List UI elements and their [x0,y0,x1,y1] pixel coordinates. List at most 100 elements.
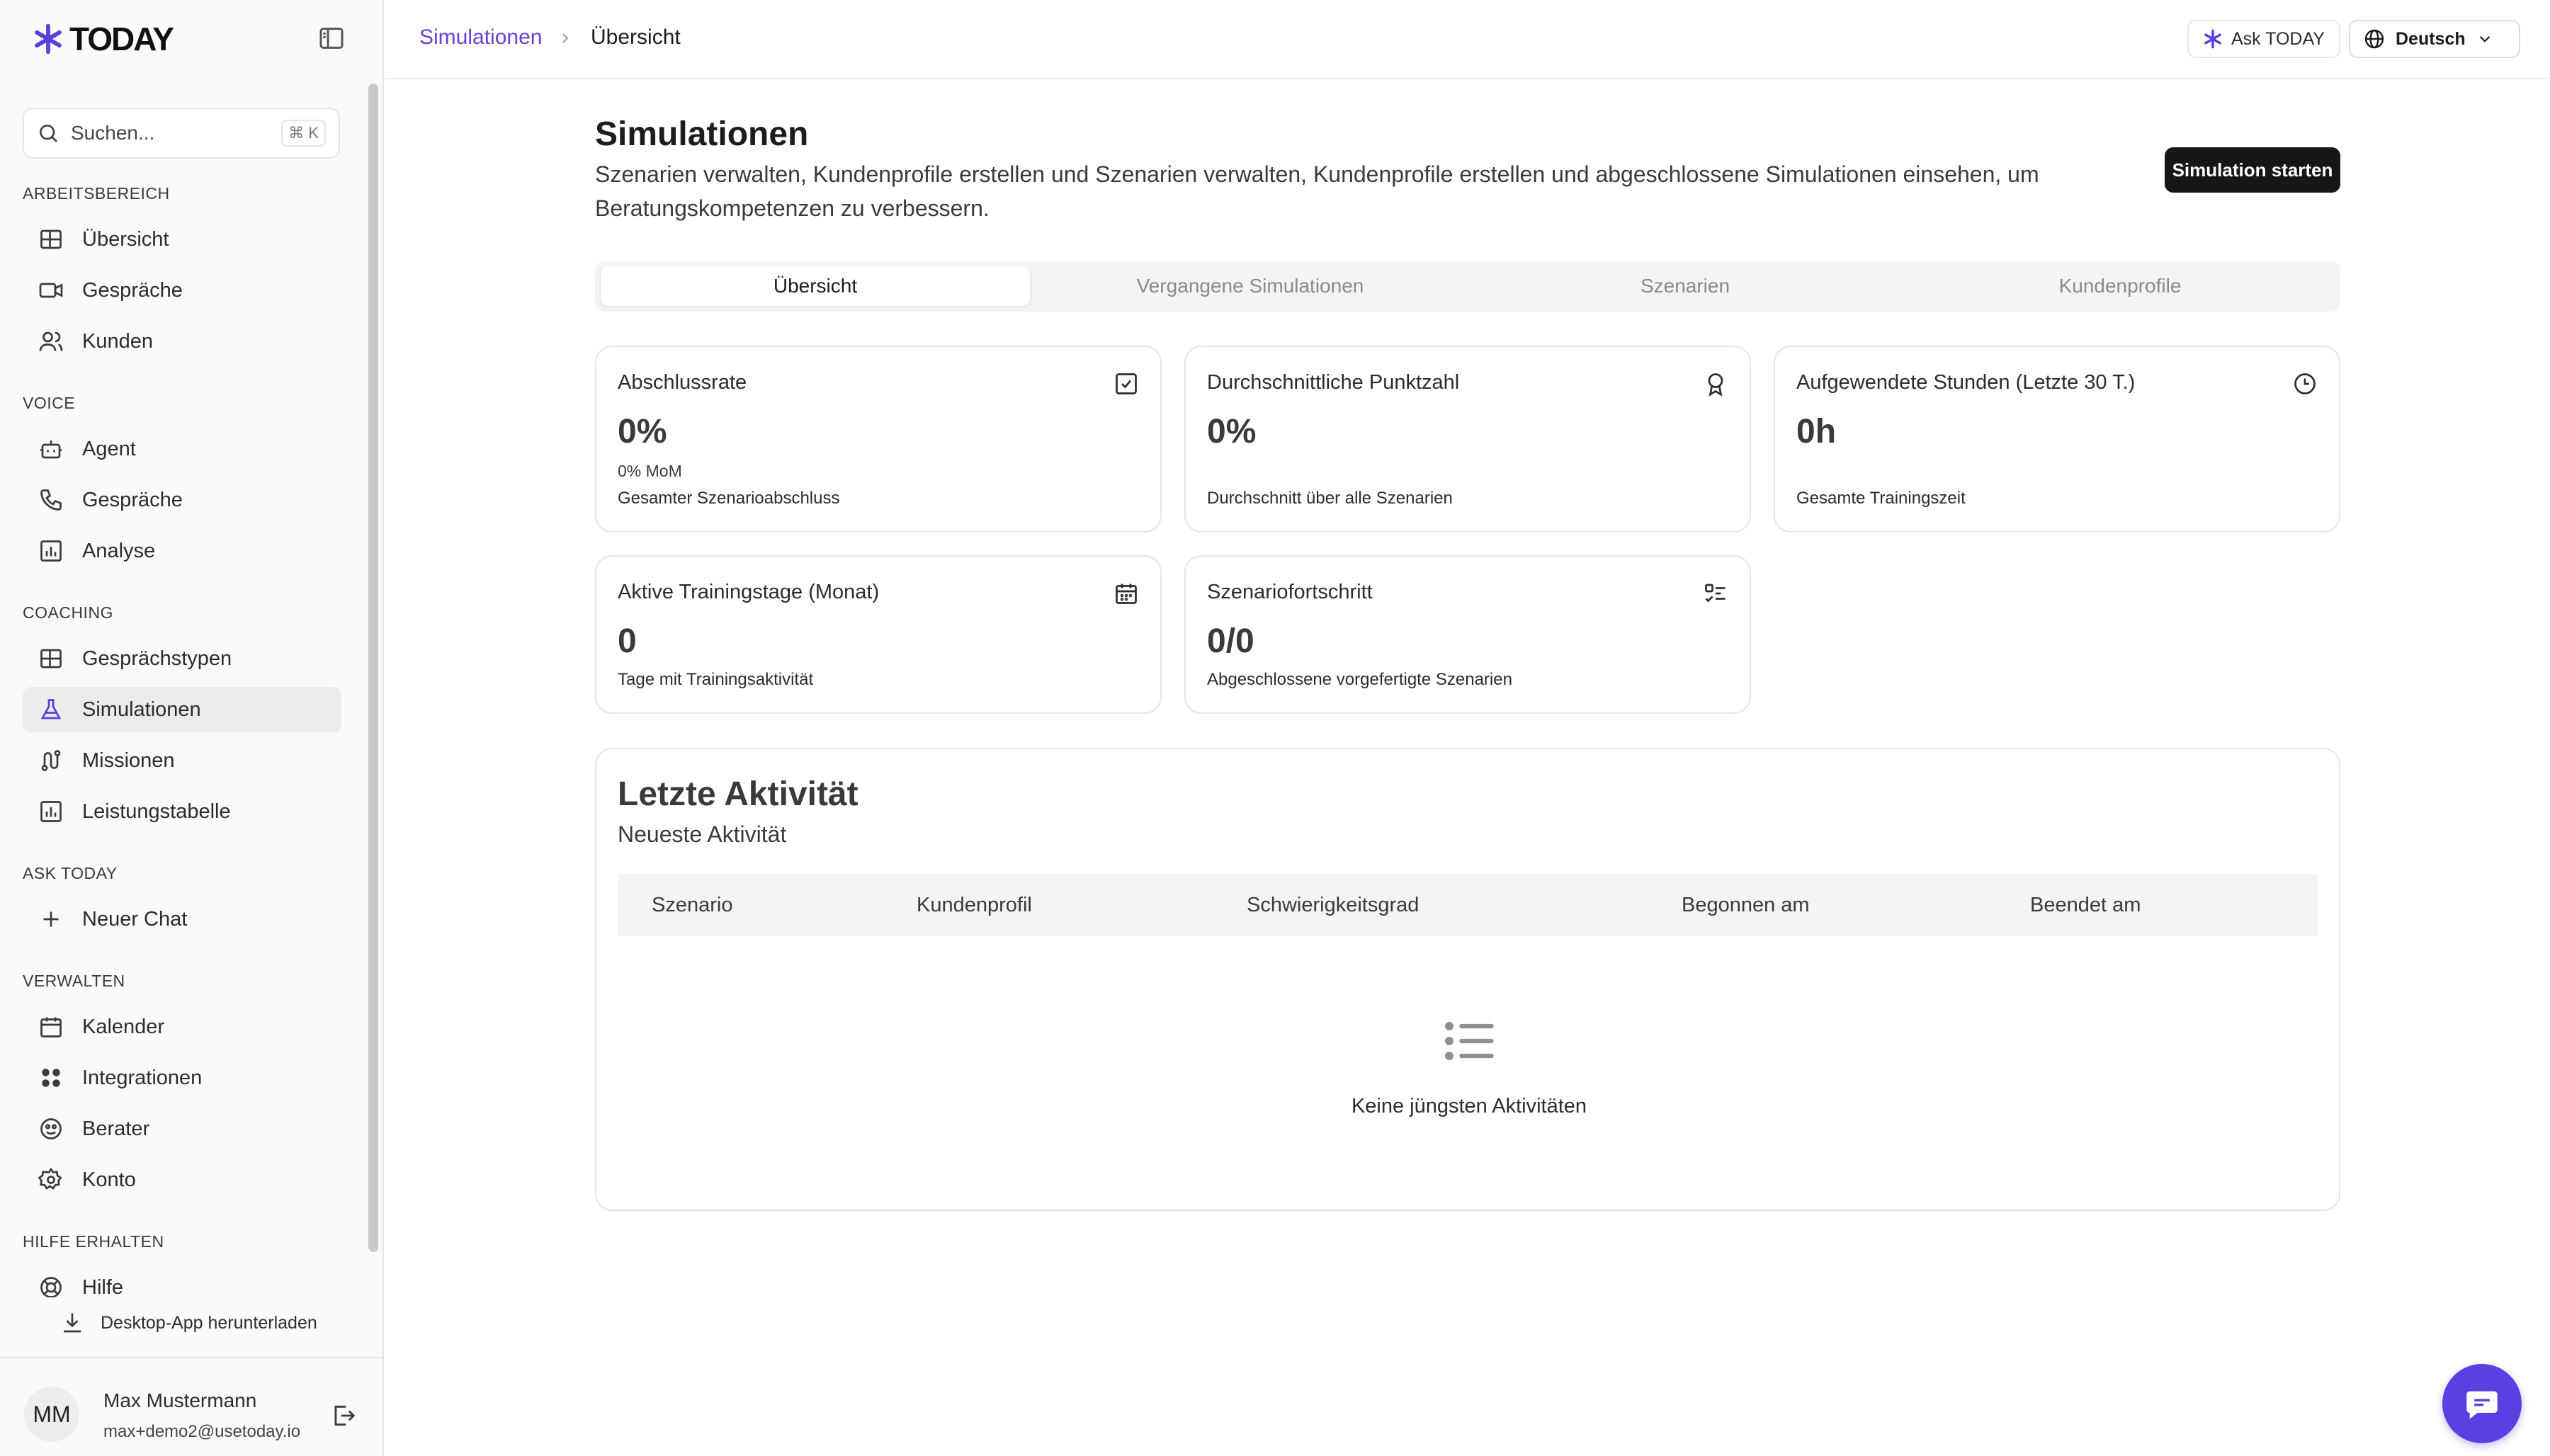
sidebar-item-label: Agent [82,437,136,460]
card-title: Aktive Trainingstage (Monat) [618,581,880,603]
page-title: Simulationen [595,115,809,153]
route-icon [41,750,61,771]
chevron-right-icon [562,33,569,43]
language-select[interactable]: Deutsch [2349,20,2520,58]
tab-scenarios[interactable]: Szenarien [1470,266,1900,306]
sidebar-item-help[interactable]: Hilfe [23,1265,341,1297]
sidebar-item-calls[interactable]: Gespräche [23,477,341,523]
avatar[interactable]: MM [24,1387,79,1442]
grid-icon [40,649,62,669]
check-square-icon [1116,373,1137,394]
award-icon [1708,373,1723,397]
download-label: Desktop-App herunterladen [101,1312,317,1333]
plus-icon [43,911,59,927]
phone-icon [40,489,62,511]
column-header-ended: Beendet am [2030,894,2141,916]
download-app-link[interactable]: Desktop-App herunterladen [60,1310,317,1336]
card-subtitle: Tage mit Trainingsaktivität [618,670,814,689]
sidebar-item-simulations[interactable]: Simulationen [23,687,341,732]
sidebar-item-missions[interactable]: Missionen [23,738,341,783]
flask-icon [40,699,62,720]
sidebar-item-integrations[interactable]: Integrationen [23,1055,341,1100]
sidebar-item-analysis[interactable]: Analyse [23,528,341,574]
logout-button[interactable] [330,1402,357,1429]
breadcrumb-current: Übersicht [591,25,681,49]
tab-past-simulations[interactable]: Vergangene Simulationen [1036,266,1465,306]
sidebar-item-conversations[interactable]: Gespräche [23,268,341,313]
section-label-workspace: ARBEITSBEREICH [23,184,170,203]
ask-today-label: Ask TODAY [2231,28,2325,49]
tab-bar: Übersicht Vergangene Simulationen Szenar… [595,261,2340,312]
sidebar-item-label: Leistungstabelle [82,800,231,823]
chat-icon [2466,1391,2498,1419]
user-profile: MM Max Mustermann max+demo2@usetoday.io [0,1357,384,1456]
support-chat-button[interactable] [2442,1364,2522,1443]
card-title: Aufgewendete Stunden (Letzte 30 T.) [1796,371,2136,394]
card-value: 0h [1796,413,1837,450]
calendar-icon [1116,584,1137,604]
stat-card-active-days: Aktive Trainingstage (Monat) 0 Tage mit … [595,555,1162,714]
asterisk-logo-icon [35,23,62,55]
section-label-voice: VOICE [23,394,76,412]
card-title: Abschlussrate [618,371,747,394]
sidebar-item-label: Kalender [82,1015,165,1038]
empty-state-text: Keine jüngsten Aktivitäten [1351,1095,1587,1117]
tab-overview[interactable]: Übersicht [601,266,1030,306]
page-description: Szenarien verwalten, Kundenprofile erste… [595,161,2039,221]
column-header-started: Begonnen am [1682,894,1810,916]
card-value: 0 [618,622,637,660]
calendar-icon [40,1017,62,1037]
card-value: 0% [1207,413,1257,450]
sidebar-item-overview[interactable]: Übersicht [23,217,341,262]
tab-customer-profiles[interactable]: Kundenprofile [1905,266,2335,306]
apps-icon [42,1069,60,1087]
sidebar-item-advisors[interactable]: Berater [23,1106,341,1151]
sidebar-item-customers[interactable]: Kunden [23,319,341,364]
sidebar-collapse-button[interactable] [317,24,350,52]
column-header-difficulty: Schwierigkeitsgrad [1247,894,1420,916]
sidebar-scrollbar[interactable] [368,84,378,1252]
card-subtitle: Gesamte Trainingszeit [1796,489,1966,508]
search-input[interactable]: Suchen... ⌘ K [23,108,340,159]
brand-logo[interactable]: TODAY [33,20,174,58]
sidebar-item-label: Berater [82,1117,150,1140]
sidebar-item-label: Übersicht [82,227,169,251]
gear-icon [38,1167,62,1190]
bar-chart-icon [40,540,62,562]
sidebar-item-new-chat[interactable]: Neuer Chat [23,897,341,942]
card-subtitle: Gesamter Szenarioabschluss [618,489,840,508]
recent-activity-panel: Letzte Aktivität Neueste Aktivität Szena… [595,748,2340,1211]
card-value: 0% [618,413,667,450]
sidebar-item-label: Gespräche [82,488,183,511]
ask-today-button[interactable]: Ask TODAY [2187,20,2340,58]
section-label-ask: ASK TODAY [23,864,118,882]
sidebar-item-label: Kunden [82,329,153,353]
start-simulation-button[interactable]: Simulation starten [2165,147,2340,193]
sidebar-item-label: Hilfe [82,1275,124,1298]
user-name: Max Mustermann [103,1389,257,1411]
section-label-help: HILFE ERHALTEN [23,1232,164,1251]
card-subtitle: Abgeschlossene vorgefertigte Szenarien [1207,670,1512,689]
sidebar-item-conversation-types[interactable]: Gesprächstypen [23,636,341,681]
sidebar-item-agent[interactable]: Agent [23,426,341,472]
sidebar-item-label: Analyse [82,539,156,562]
sidebar-item-leaderboard[interactable]: Leistungstabelle [23,789,341,834]
language-label: Deutsch [2396,28,2466,49]
activity-subtitle: Neueste Aktivität [618,821,787,847]
search-placeholder: Suchen... [71,122,155,144]
sidebar-item-account[interactable]: Konto [23,1157,341,1202]
sidebar-nav: Suchen... ⌘ K ARBEITSBEREICH Übersicht G… [0,79,384,1297]
bot-icon [40,440,62,459]
list-icon [1445,1022,1494,1060]
lifebuoy-icon [40,1277,62,1297]
breadcrumb-simulations[interactable]: Simulationen [419,25,542,50]
sidebar-item-label: Missionen [82,749,175,772]
sidebar-item-label: Simulationen [82,698,201,721]
chevron-down-icon [2479,35,2490,42]
sidebar-item-calendar[interactable]: Kalender [23,1004,341,1050]
column-header-scenario: Szenario [652,894,733,916]
sidebar-item-label: Gesprächstypen [82,647,232,670]
search-icon [40,125,57,142]
clock-icon [2294,373,2316,394]
brand-name: TODAY [69,21,174,57]
